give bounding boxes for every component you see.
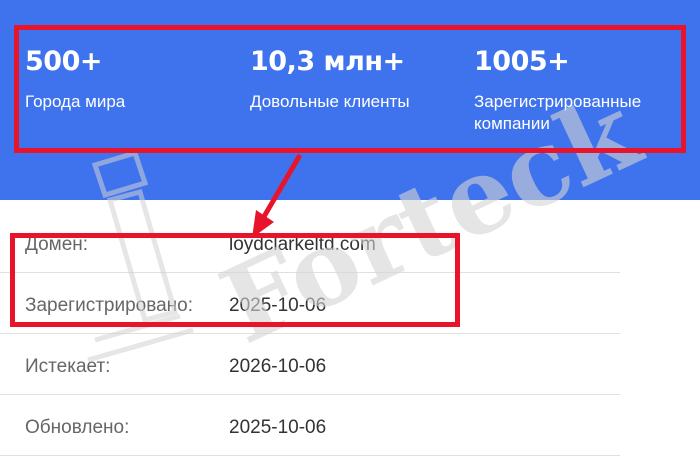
stat-clients: 10,3 млн+ Довольные клиенты [250, 46, 410, 113]
row-value: loydclarkeltd.com [229, 234, 376, 255]
stat-label: Зарегистрированные компании [474, 92, 642, 133]
row-key: Истекает: [25, 356, 111, 377]
stats-banner: 500+ Города мира 10,3 млн+ Довольные кли… [0, 0, 700, 200]
row-key: Обновлено: [25, 417, 130, 438]
table-row-expires: Истекает: 2026-10-06 [0, 334, 620, 395]
row-value: 2026-10-06 [229, 356, 327, 377]
row-value: 2025-10-06 [229, 295, 327, 316]
stat-value: 10,3 млн+ [250, 46, 405, 77]
row-key: Домен: [25, 234, 89, 255]
stat-value: 500+ [25, 46, 102, 77]
stat-cities: 500+ Города мира [25, 46, 125, 113]
stat-companies: 1005+ Зарегистрированные компании [474, 46, 689, 135]
stat-label: Довольные клиенты [250, 92, 410, 111]
row-value: 2025-10-06 [229, 417, 327, 438]
table-row-domain: Домен: loydclarkeltd.com [0, 212, 620, 273]
row-key: Зарегистрировано: [25, 295, 194, 316]
stat-label: Города мира [25, 92, 126, 111]
table-row-registered: Зарегистрировано: 2025-10-06 [0, 273, 620, 334]
stat-value: 1005+ [474, 46, 570, 77]
whois-table: Домен: loydclarkeltd.com Зарегистрирован… [0, 212, 620, 456]
table-row-updated: Обновлено: 2025-10-06 [0, 395, 620, 456]
